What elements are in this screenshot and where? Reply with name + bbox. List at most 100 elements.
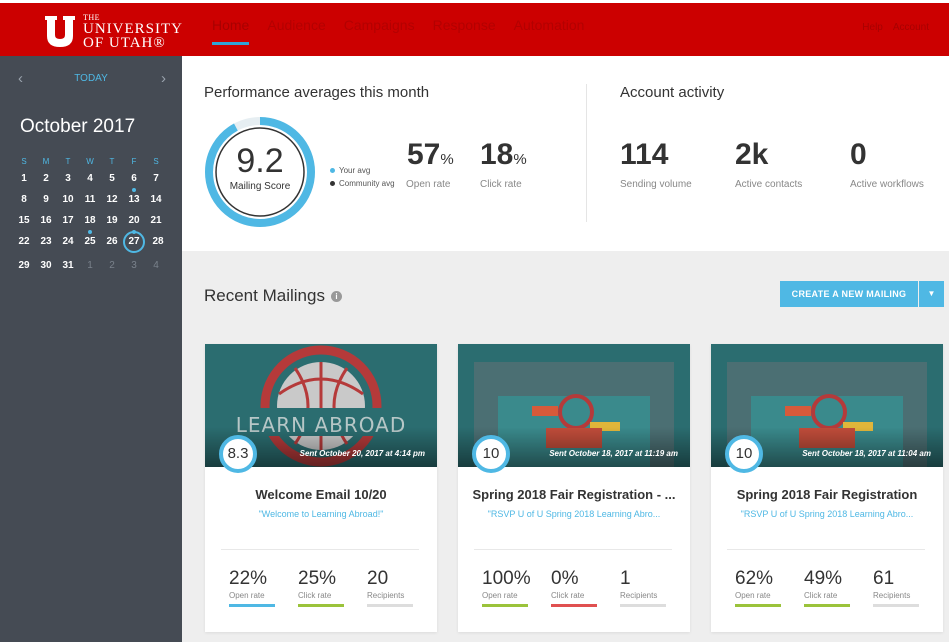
nav-campaigns[interactable]: Campaigns [344,17,415,45]
mailing-card[interactable]: Sent October 18, 2017 at 11:19 am 10 Spr… [458,344,690,632]
calendar-day[interactable]: 3 [123,258,145,274]
recipients-bar [620,604,666,607]
nav-audience[interactable]: Audience [267,17,325,45]
today-button[interactable]: TODAY [0,73,182,84]
calendar-day[interactable]: 5 [101,171,123,187]
mailing-score-label: Mailing Score [229,181,291,192]
weekday-label: F [131,157,137,166]
main-nav: Home Audience Campaigns Response Automat… [212,17,584,45]
calendar-day-today[interactable]: 27 [123,231,145,253]
weekday-label: S [153,157,159,166]
nav-home[interactable]: Home [212,17,250,45]
card-divider [727,549,925,550]
mailing-title[interactable]: Welcome Email 10/20 [215,487,427,502]
mailing-card[interactable]: LEARN ABROAD Sent October 20, 2017 at 4:… [205,344,437,632]
university-logo[interactable]: THE UNIVERSITY OF UTAH® [43,12,183,52]
calendar-day[interactable]: 4 [145,258,167,274]
calendar-day[interactable]: 22 [13,234,35,250]
calendar-day[interactable]: 16 [35,213,57,229]
legend-your-avg: Your avg [330,166,395,175]
mailing-title[interactable]: Spring 2018 Fair Registration - ... [468,487,680,502]
calendar-day[interactable]: 19 [101,213,123,229]
calendar-day[interactable]: 28 [147,234,169,250]
click-rate-value: 25% [298,568,337,589]
calendar-day[interactable]: 7 [145,171,167,187]
recipients-label: Recipients [367,591,405,600]
open-rate-metric: 100% Open rate [482,568,531,607]
legend-community-avg: Community avg [330,179,395,188]
calendar-day[interactable]: 26 [101,234,123,250]
calendar-day[interactable]: 6 [123,171,145,192]
nav-automation[interactable]: Automation [514,17,585,45]
calendar-day[interactable]: 4 [79,171,101,187]
calendar-day[interactable]: 10 [57,192,79,208]
open-rate-label: Open rate [406,179,451,190]
calendar-day[interactable]: 25 [79,234,101,250]
mailing-score-badge: 10 [472,435,510,473]
mailing-score-value: 9.2 [236,142,284,180]
sidebar-calendar: ‹ TODAY › October 2017 S M T W T F S 1 2… [0,56,182,642]
calendar-day[interactable]: 18 [79,213,101,234]
account-link[interactable]: Account [893,22,929,33]
calendar-day[interactable]: 20 [123,213,145,234]
calendar-week: 8 9 10 11 12 13 14 [13,192,169,208]
calendar-day[interactable]: 24 [57,234,79,250]
info-icon[interactable]: i [330,290,342,302]
sending-volume-label: Sending volume [620,179,692,190]
mailing-subject: "Welcome to Learning Abroad!" [258,509,384,519]
calendar-day[interactable]: 3 [57,171,79,187]
mailing-card[interactable]: Sent October 18, 2017 at 11:04 am 10 Spr… [711,344,943,632]
create-mailing-button[interactable]: CREATE A NEW MAILING [780,281,918,307]
recent-mailings-label: Recent Mailings [204,286,325,305]
calendar-day[interactable]: 9 [35,192,57,208]
help-link[interactable]: Help [862,22,883,33]
open-rate-metric: 22% Open rate [229,568,275,607]
legend-community-avg-label: Community avg [339,179,395,188]
top-right-links: Help Account [862,22,929,33]
calendar-day[interactable]: 1 [13,171,35,187]
open-rate-bar [735,604,781,607]
calendar-day[interactable]: 14 [145,192,167,208]
calendar-day[interactable]: 30 [35,258,57,274]
calendar-day[interactable]: 11 [79,192,101,208]
nav-response[interactable]: Response [433,17,496,45]
click-rate-label: Click rate [804,591,838,600]
account-activity-title: Account activity [620,84,725,101]
calendar-day[interactable]: 13 [123,192,145,208]
recipients-bar [873,604,919,607]
calendar-day[interactable]: 21 [145,213,167,229]
mailing-title[interactable]: Spring 2018 Fair Registration [721,487,933,502]
calendar-week: 29 30 31 1 2 3 4 [13,258,169,274]
calendar-day[interactable]: 29 [13,258,35,274]
click-rate-label: Click rate [480,179,522,190]
chevron-right-icon[interactable]: › [161,71,166,86]
calendar-day[interactable]: 15 [13,213,35,229]
calendar-day[interactable]: 1 [79,258,101,274]
calendar-day[interactable]: 17 [57,213,79,229]
calendar-week: 22 23 24 25 26 27 28 [13,231,169,253]
click-rate-label: Click rate [551,591,585,600]
click-rate-label: Click rate [298,591,332,600]
performance-title: Performance averages this month [204,84,430,101]
calendar-day[interactable]: 12 [101,192,123,208]
calendar-day[interactable]: 2 [35,171,57,187]
create-mailing-dropdown-chevron-down-icon[interactable]: ▼ [919,281,944,307]
calendar-day[interactable]: 8 [13,192,35,208]
click-rate-metric: 49% Click rate [804,568,850,607]
mailing-score-badge: 8.3 [219,435,257,473]
score-legend: Your avg Community avg [330,166,395,192]
calendar-nav: ‹ TODAY › [0,71,182,88]
logo-of-utah: OF UTAH® [83,35,166,51]
open-rate-value: 22% [229,568,268,589]
recipients-value: 20 [367,568,389,589]
calendar-day[interactable]: 31 [57,258,79,274]
weekday-label: M [42,157,50,166]
recipients-value: 61 [873,568,895,589]
calendar-day[interactable]: 2 [101,258,123,274]
open-rate-bar [482,604,528,607]
calendar-day[interactable]: 23 [35,234,57,250]
sending-volume-value: 114 [620,138,669,171]
open-rate-value: 62% [735,568,774,589]
calendar-weekday-header: S M T W T F S [13,157,169,166]
mailing-score-badge: 10 [725,435,763,473]
